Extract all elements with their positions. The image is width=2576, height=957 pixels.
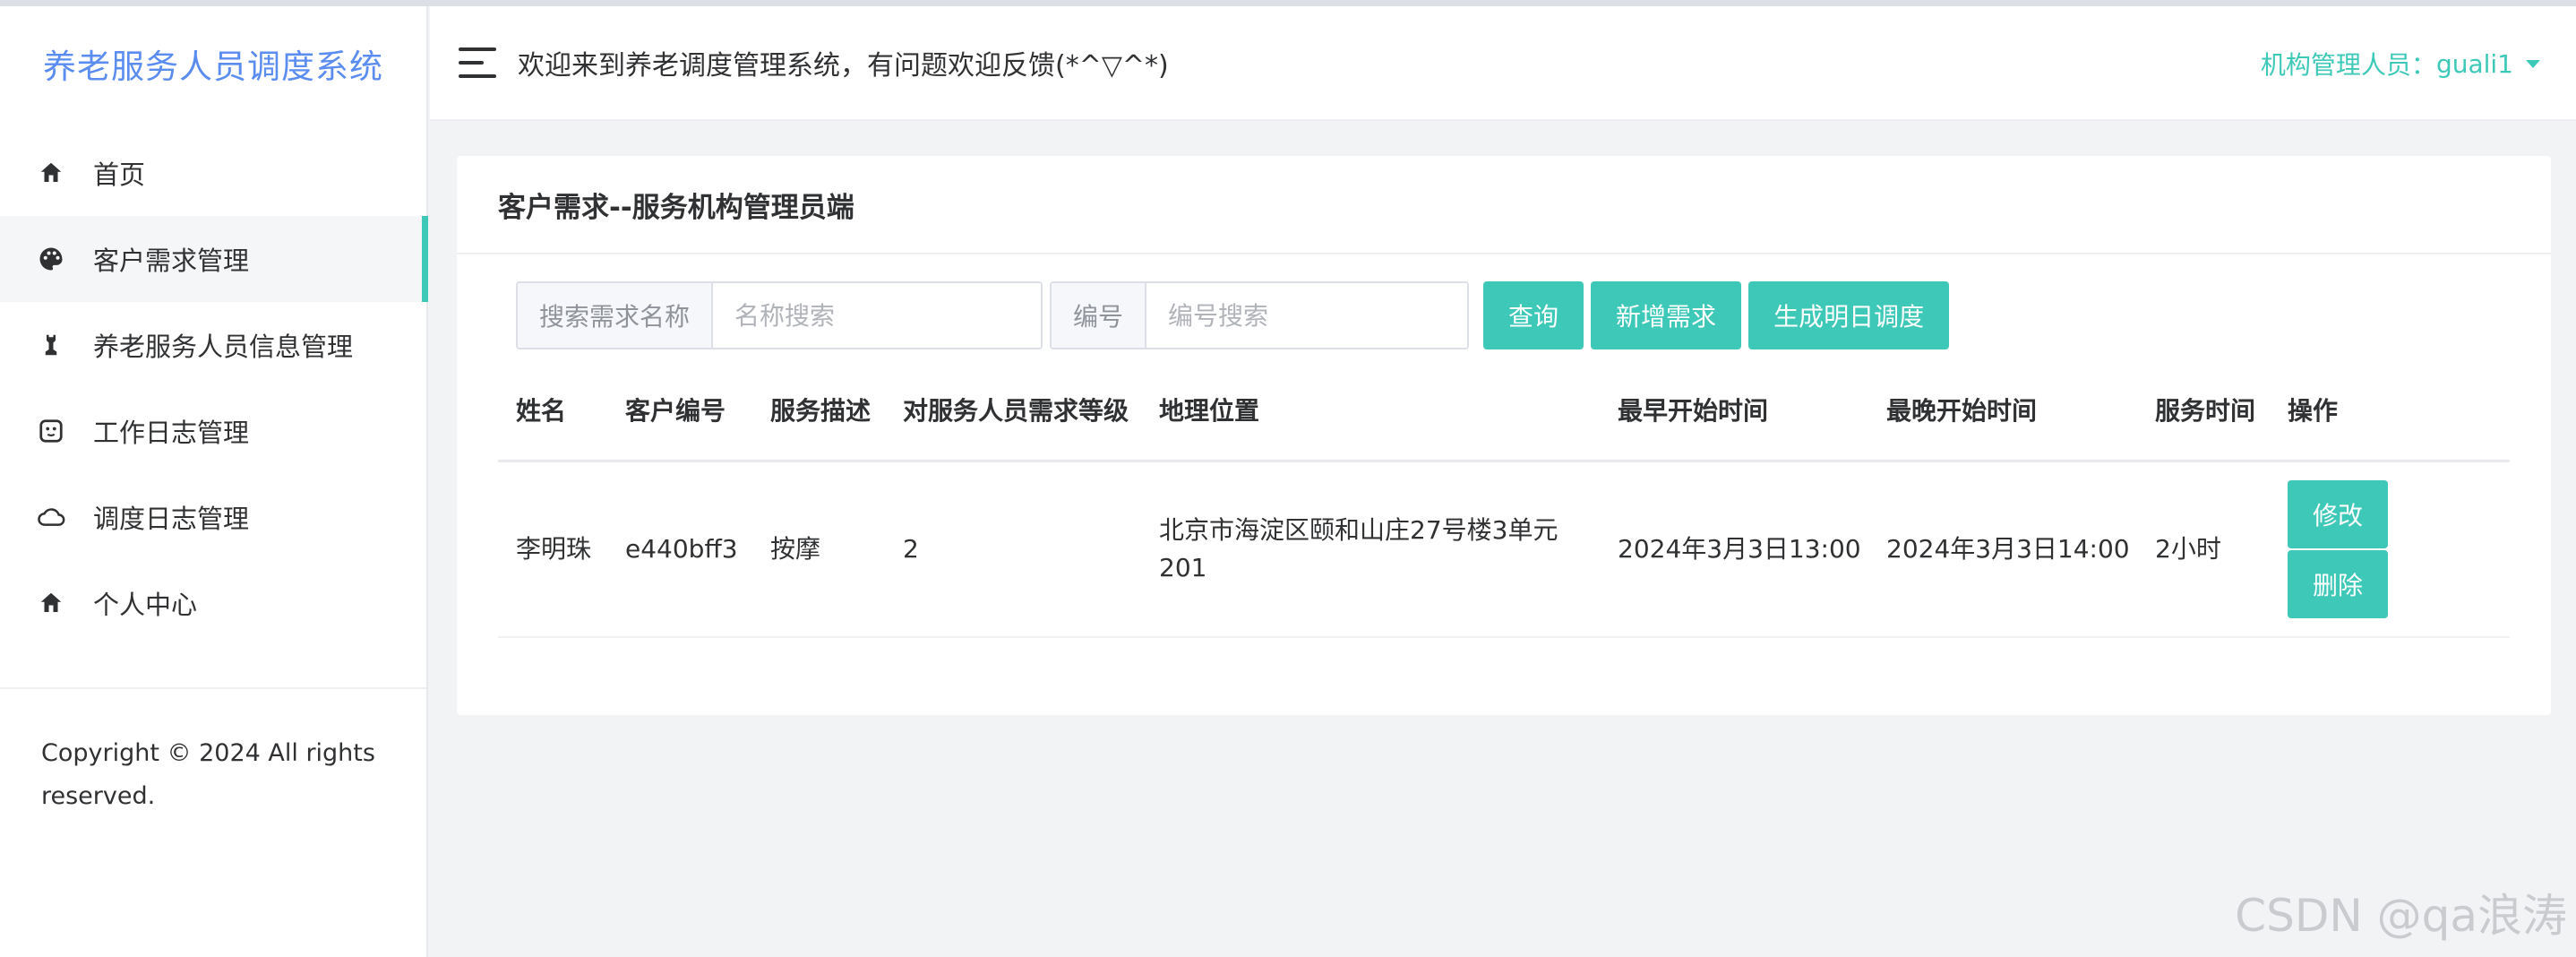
- id-search-group: 编号: [1050, 281, 1470, 349]
- watermark: CSDN @qa浪涛: [2235, 890, 2567, 942]
- face-icon: [36, 416, 66, 446]
- cell-customer-id: e440bff3: [625, 534, 738, 564]
- sidebar-item-work-log[interactable]: 工作日志管理: [0, 388, 426, 474]
- generate-schedule-button[interactable]: 生成明日调度: [1748, 281, 1950, 349]
- column-header: 对服务人员需求等级: [903, 395, 1129, 426]
- cell-name: 李明珠: [516, 534, 592, 564]
- cell-earliest-start: 2024年3月3日13:00: [1618, 534, 1861, 564]
- top-border: [0, 0, 2576, 6]
- cell-level: 2: [903, 534, 919, 564]
- table-header: 姓名 客户编号 服务描述 对服务人员需求等级 地理位置 最早开始时间 最晚开始时…: [498, 362, 2510, 462]
- cell-duration: 2小时: [2155, 534, 2221, 564]
- name-search-label: 搜索需求名称: [518, 283, 714, 348]
- sidebar: 养老服务人员调度系统 首页 客户需求管理 养老服务人员信息管理 工作日志管理 调…: [0, 6, 428, 957]
- copyright-text: Copyright © 2024 All rights reserved.: [41, 739, 375, 810]
- menu-toggle-icon[interactable]: [459, 47, 496, 78]
- id-search-input[interactable]: [1146, 283, 1468, 348]
- name-search-input[interactable]: [713, 283, 1042, 348]
- name-search-group: 搜索需求名称: [516, 281, 1043, 349]
- sidebar-menu: 首页 客户需求管理 养老服务人员信息管理 工作日志管理 调度日志管理 个人中心: [0, 130, 428, 646]
- sidebar-item-dispatch-log[interactable]: 调度日志管理: [0, 474, 426, 560]
- sidebar-item-label: 个人中心: [93, 590, 198, 620]
- top-header: 欢迎来到养老调度管理系统，有问题欢迎反馈(*^▽^*) 机构管理人员： gual…: [430, 6, 2576, 121]
- main-card: 客户需求--服务机构管理员端 搜索需求名称 编号 查询 新增需求 生成明日调度 …: [457, 156, 2551, 715]
- query-button[interactable]: 查询: [1483, 281, 1584, 349]
- user-role-label: 机构管理人员：: [2260, 50, 2436, 80]
- cell-actions: 修改 删除: [2270, 480, 2510, 618]
- column-header: 地理位置: [1159, 395, 1260, 426]
- sidebar-item-label: 客户需求管理: [93, 246, 250, 276]
- sidebar-item-caregiver-info[interactable]: 养老服务人员信息管理: [0, 302, 426, 388]
- cell-description: 按摩: [770, 534, 821, 564]
- user-dropdown[interactable]: 机构管理人员： guali1: [2261, 6, 2540, 121]
- column-header: 最晚开始时间: [1886, 395, 2038, 426]
- sidebar-item-label: 首页: [93, 160, 146, 190]
- column-header: 姓名: [516, 395, 567, 426]
- cloud-icon: [36, 502, 66, 532]
- sidebar-item-customer-demand[interactable]: 客户需求管理: [0, 216, 428, 302]
- add-demand-button[interactable]: 新增需求: [1591, 281, 1742, 349]
- demand-table: 姓名 客户编号 服务描述 对服务人员需求等级 地理位置 最早开始时间 最晚开始时…: [498, 362, 2510, 638]
- sidebar-item-home[interactable]: 首页: [0, 130, 426, 216]
- page-title: 客户需求--服务机构管理员端: [457, 156, 2551, 254]
- sidebar-item-label: 调度日志管理: [93, 504, 250, 534]
- table-row: 李明珠 e440bff3 按摩 2 北京市海淀区颐和山庄27号楼3单元201 2…: [498, 462, 2510, 638]
- home-icon: [36, 588, 66, 618]
- sidebar-item-label: 养老服务人员信息管理: [93, 332, 354, 362]
- delete-button[interactable]: 删除: [2288, 550, 2388, 618]
- chess-icon: [36, 330, 66, 360]
- app-title: 养老服务人员调度系统: [43, 47, 383, 86]
- sidebar-item-label: 工作日志管理: [93, 418, 250, 448]
- id-search-label: 编号: [1052, 283, 1147, 348]
- search-toolbar: 搜索需求名称 编号 查询 新增需求 生成明日调度: [516, 281, 1950, 349]
- welcome-message: 欢迎来到养老调度管理系统，有问题欢迎反馈(*^▽^*): [518, 50, 1169, 82]
- home-icon: [36, 158, 66, 188]
- palette-icon: [36, 244, 66, 274]
- column-header: 操作: [2288, 395, 2339, 426]
- edit-button[interactable]: 修改: [2288, 480, 2388, 548]
- caret-down-icon: [2526, 59, 2540, 68]
- column-header: 服务描述: [770, 395, 872, 426]
- column-header: 客户编号: [625, 395, 726, 426]
- cell-latest-start: 2024年3月3日14:00: [1886, 534, 2130, 564]
- sidebar-divider: [0, 687, 426, 689]
- cell-location: 北京市海淀区颐和山庄27号楼3单元201: [1159, 515, 1558, 582]
- sidebar-item-profile[interactable]: 个人中心: [0, 560, 426, 646]
- column-header: 服务时间: [2155, 395, 2256, 426]
- column-header: 最早开始时间: [1618, 395, 1769, 426]
- username: guali1: [2435, 48, 2513, 79]
